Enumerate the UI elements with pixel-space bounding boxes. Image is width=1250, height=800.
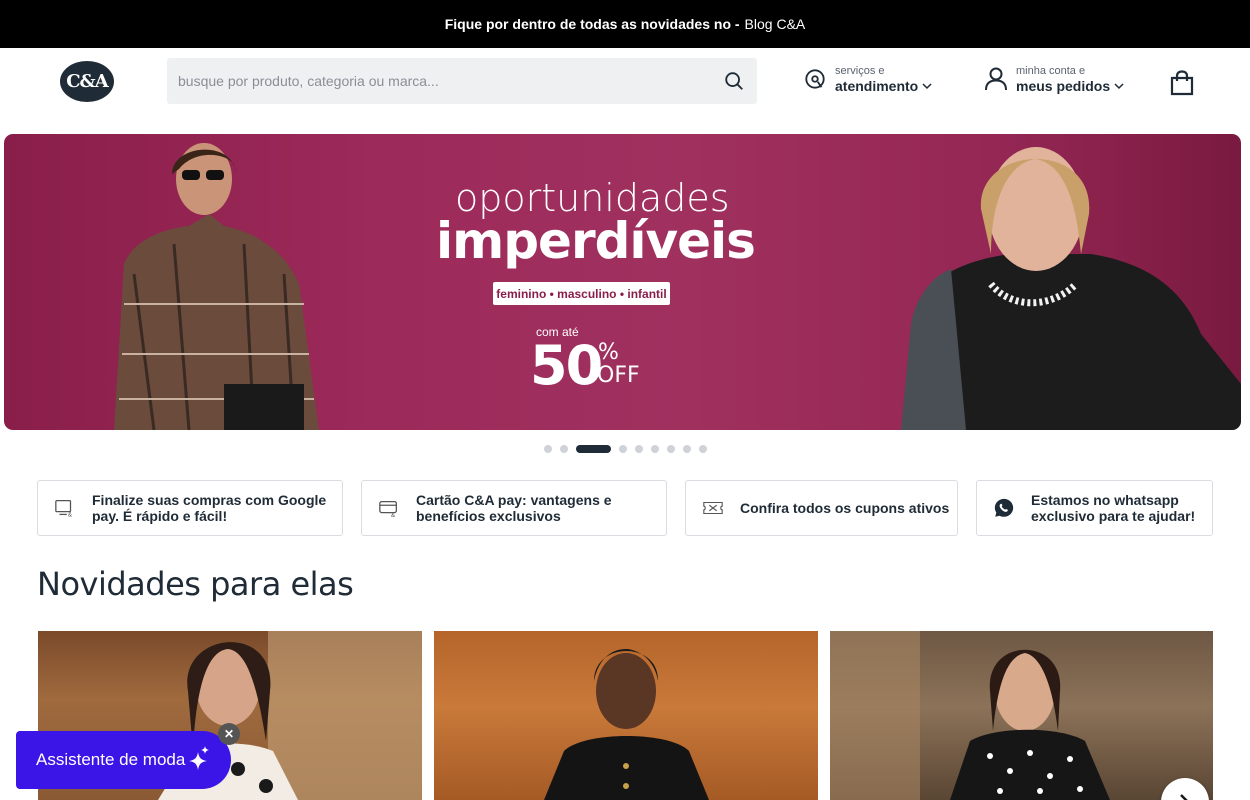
search-icon[interactable]: [723, 70, 745, 92]
fashion-assistant-button[interactable]: Assistente de moda: [16, 731, 231, 789]
svg-text:&: &: [391, 512, 396, 519]
services-menu[interactable]: serviços e atendimento: [804, 64, 932, 94]
hero-heading-line2: imperdíveis: [436, 212, 756, 270]
carousel-dot[interactable]: [635, 445, 643, 453]
services-label: atendimento: [835, 78, 919, 94]
search-input[interactable]: [167, 58, 707, 104]
sparkle-icon: [189, 746, 209, 770]
google-pay-icon: &: [55, 500, 73, 518]
account-menu[interactable]: minha conta e meus pedidos: [985, 64, 1124, 94]
whatsapp-icon: [994, 498, 1014, 517]
card-label: Estamos no whatsapp exclusivo para te aj…: [1031, 492, 1196, 524]
user-icon: [985, 67, 1007, 91]
credit-card-icon: &: [379, 500, 397, 519]
brand-logo[interactable]: C&A: [60, 61, 114, 102]
coupons-card[interactable]: Confira todos os cupons ativos: [685, 480, 958, 536]
top-announcement-bar: Fique por dentro de todas as novidades n…: [0, 0, 1250, 48]
site-header: C&A serviços e atendimento minha conta e…: [0, 48, 1250, 128]
chevron-right-icon: [1180, 794, 1188, 800]
hero-off-label: OFF: [597, 363, 640, 388]
product-card[interactable]: [830, 631, 1213, 800]
search-bar: [167, 58, 757, 104]
card-label: Finalize suas compras com Google pay. É …: [92, 492, 327, 524]
carousel-dot[interactable]: [651, 445, 659, 453]
chevron-down-icon: [1114, 83, 1124, 90]
card-label: Cartão C&A pay: vantagens e benefícios e…: [416, 492, 612, 524]
assistant-label: Assistente de moda: [36, 750, 186, 769]
hero-discount-value: 50: [530, 334, 603, 397]
blog-link[interactable]: Blog C&A: [745, 16, 806, 32]
hero-percent-symbol: %: [598, 340, 619, 365]
carousel-dot[interactable]: [699, 445, 707, 453]
carousel-dot[interactable]: [667, 445, 675, 453]
shopping-bag-icon[interactable]: [1170, 70, 1194, 96]
product-card[interactable]: [434, 631, 818, 800]
product-image: [544, 649, 709, 800]
assistant-close-button[interactable]: ✕: [218, 723, 240, 745]
cea-pay-card[interactable]: & Cartão C&A pay: vantagens e benefícios…: [361, 480, 667, 536]
carousel-dot[interactable]: [683, 445, 691, 453]
announcement-text: Fique por dentro de todas as novidades n…: [444, 16, 740, 32]
section-title: Novidades para elas: [37, 565, 354, 603]
product-image: [830, 631, 1110, 800]
coupon-icon: [703, 501, 723, 515]
model-left-image: [114, 143, 319, 430]
account-label: meus pedidos: [1016, 78, 1111, 94]
hero-banner[interactable]: oportunidades imperdíveis feminino • mas…: [4, 134, 1241, 430]
account-small-label: minha conta e: [1016, 65, 1086, 77]
services-small-label: serviços e: [835, 65, 885, 77]
hero-categories-badge: feminino • masculino • infantil: [493, 282, 670, 305]
chevron-down-icon: [922, 83, 932, 90]
svg-text:&: &: [68, 511, 73, 518]
support-icon: [805, 69, 825, 89]
carousel-dot[interactable]: [619, 445, 627, 453]
google-pay-card[interactable]: & Finalize suas compras com Google pay. …: [37, 480, 343, 536]
carousel-dot[interactable]: [544, 445, 552, 453]
carousel-dot[interactable]: [560, 445, 568, 453]
carousel-dot[interactable]: [576, 445, 611, 453]
whatsapp-card[interactable]: Estamos no whatsapp exclusivo para te aj…: [976, 480, 1213, 536]
carousel-pagination: [544, 445, 715, 453]
model-right-image: [901, 147, 1241, 430]
card-label: Confira todos os cupons ativos: [740, 500, 950, 516]
